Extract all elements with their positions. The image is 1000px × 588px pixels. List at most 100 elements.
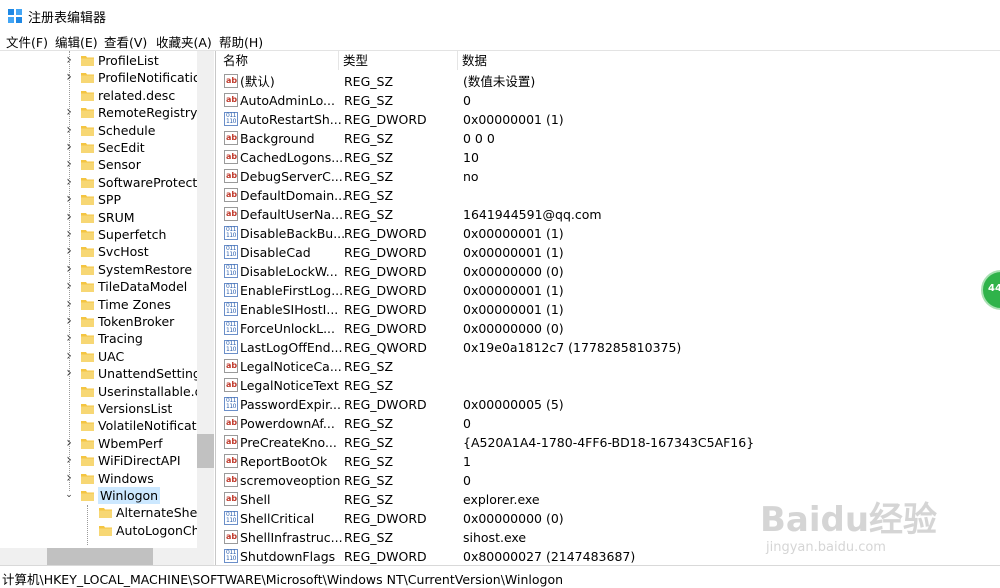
value-data: 0x00000005 (5) [463,397,564,412]
tree-item-label: SecEdit [98,140,145,155]
value-row[interactable]: 011 110 LastLogOffEnd... REG_QWORD 0x19e0a1… [219,338,1000,357]
registry-tree[interactable]: › ProfileList › ProfileNotificatio related.d… [0,51,216,565]
string-value-icon: ab [224,131,238,145]
value-row[interactable]: ab LegalNoticeCa... REG_SZ [219,357,1000,376]
value-data: 0x00000000 (0) [463,264,564,279]
value-data: 0x00000000 (0) [463,321,564,336]
string-value-icon: ab [224,492,238,506]
tree-item-label: SPP [98,192,122,208]
folder-icon [81,351,94,362]
tree-item-label: Schedule [98,122,156,138]
tree-item-label: Userinstallable.dr [98,383,208,399]
value-row[interactable]: 011 110 EnableFirstLog... REG_DWORD 0x00000… [219,281,1000,300]
value-data: {A520A1A4-1780-4FF6-BD18-167343C5AF16} [463,435,755,450]
value-row[interactable]: ab CachedLogons... REG_SZ 10 [219,148,1000,167]
string-value-icon: ab [224,378,238,392]
folder-icon [81,282,94,293]
value-data: 0x00000001 (1) [463,245,564,260]
folder-icon [81,230,94,240]
menu-edit[interactable]: 编辑(E) [55,32,98,51]
menu-help[interactable]: 帮助(H) [219,32,263,51]
value-row[interactable]: 011 110 ForceUnlockL... REG_DWORD 0x0000000… [219,319,1000,338]
value-type: REG_SZ [344,74,394,89]
tree-vertical-scroll-thumb[interactable] [197,434,214,468]
value-row[interactable]: ab ReportBootOk REG_SZ 1 [219,452,1000,471]
value-type: REG_SZ [344,530,394,545]
value-type: REG_QWORD [344,340,427,355]
string-value-icon: ab [224,454,238,468]
value-row[interactable]: 011 110 DisableBackBu... REG_DWORD 0x000000… [219,224,1000,243]
value-type: REG_SZ [344,207,394,222]
menu-favorites[interactable]: 收藏夹(A) [156,32,212,51]
values-list[interactable]: 名称 类型 数据 ab (默认) REG_SZ (数值未设置) ab AutoAdminL… [219,51,1000,565]
tree-item-label: Sensor [98,157,141,173]
column-header-type[interactable]: 类型 [339,51,458,70]
value-row[interactable]: ab PreCreateKno... REG_SZ {A520A1A4-1780-4F… [219,433,1000,452]
value-type: REG_SZ [344,473,394,488]
binary-value-icon: 011 110 [224,397,238,411]
tree-guide-line [87,505,89,545]
value-name: DisableBackBu... [240,226,346,241]
value-data: explorer.exe [463,492,540,507]
value-type: REG_DWORD [344,511,427,526]
value-row[interactable]: ab DebugServerC... REG_SZ no [219,167,1000,186]
string-value-icon: ab [224,207,238,221]
value-row[interactable]: 011 110 DisableCad REG_DWORD 0x00000001 (1) [219,243,1000,262]
value-name: PasswordExpir... [240,397,342,412]
value-name: DisableCad [240,245,311,260]
folder-icon [81,369,94,380]
value-name: ShellCritical [240,511,315,526]
tree-horizontal-scroll-thumb[interactable] [47,548,153,565]
tree-item-label: SvcHost [98,244,149,260]
value-data: 0x80000027 (2147483687) [463,549,636,564]
value-row[interactable]: 011 110 DisableLockW... REG_DWORD 0x0000000… [219,262,1000,281]
value-row[interactable]: 011 110 AutoRestartSh... REG_DWORD 0x000000… [219,110,1000,129]
folder-icon [81,473,94,484]
value-row[interactable]: ab LegalNoticeText REG_SZ [219,376,1000,395]
tree-horizontal-scrollbar[interactable] [0,548,197,565]
binary-value-icon: 011 110 [224,264,238,278]
menu-file[interactable]: 文件(F) [6,32,48,51]
folder-icon [81,247,94,258]
value-name: Background [240,131,315,146]
string-value-icon: ab [224,530,238,544]
value-row[interactable]: ab scremoveoption REG_SZ 0 [219,471,1000,490]
value-type: REG_DWORD [344,397,427,412]
binary-value-icon: 011 110 [224,549,238,563]
value-name: ForceUnlockL... [240,321,336,336]
value-row[interactable]: ab Background REG_SZ 0 0 0 [219,129,1000,148]
value-data: sihost.exe [463,530,527,545]
string-value-icon: ab [224,150,238,164]
string-value-icon: ab [224,169,238,183]
folder-icon [81,456,94,467]
folder-icon [81,177,94,188]
column-header-name[interactable]: 名称 [219,51,339,70]
value-type: REG_SZ [344,492,394,507]
value-row[interactable]: ab DefaultDomain... REG_SZ [219,186,1000,205]
tree-item-label: RemoteRegistry [98,105,198,121]
value-name: CachedLogons... [240,150,344,165]
tree-vertical-scrollbar[interactable] [197,51,214,548]
tree-item-label: VersionsList [98,401,173,416]
value-row[interactable]: ab AutoAdminLo... REG_SZ 0 [219,91,1000,110]
baidu-watermark: Baidu经验 jingyan.baidu.com [760,492,1000,572]
tree-item-label: ProfileList [98,53,159,68]
value-name: PowerdownAf... [240,416,335,431]
value-row[interactable]: 011 110 PasswordExpir... REG_DWORD 0x000000… [219,395,1000,414]
value-row[interactable]: ab (默认) REG_SZ (数值未设置) [219,72,1000,91]
value-row[interactable]: ab PowerdownAf... REG_SZ 0 [219,414,1000,433]
registry-path: 计算机\HKEY_LOCAL_MACHINE\SOFTWARE\Microsof… [2,572,564,587]
value-name: LegalNoticeCa... [240,359,342,374]
menu-view[interactable]: 查看(V) [104,32,147,51]
value-data: (数值未设置) [463,74,536,89]
value-row[interactable]: 011 110 EnableSIHostI... REG_DWORD 0x000000… [219,300,1000,319]
badge-text: 44 [988,283,1000,294]
tree-item-label: Superfetch [98,227,167,242]
value-row[interactable]: ab DefaultUserNa... REG_SZ 1641944591@qq.co… [219,205,1000,224]
value-data: 10 [463,150,479,165]
value-type: REG_SZ [344,378,394,393]
column-header-data[interactable]: 数据 [458,51,1000,70]
string-value-icon: ab [224,435,238,449]
tree-item-label: UnattendSetting [98,366,201,382]
value-type: REG_SZ [344,416,394,431]
